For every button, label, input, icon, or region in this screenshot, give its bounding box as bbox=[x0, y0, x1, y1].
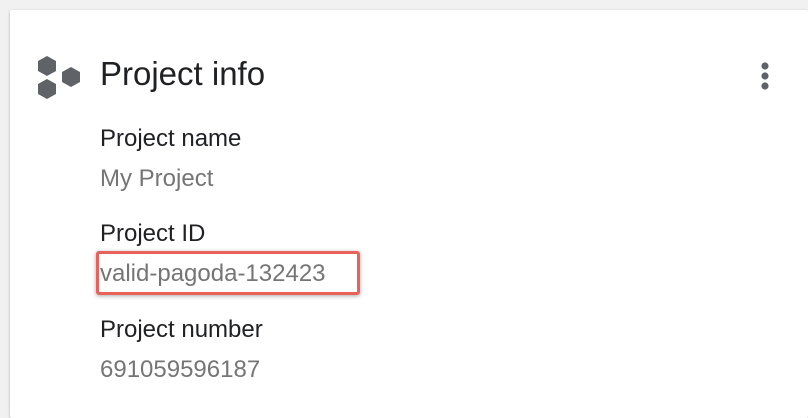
more-vert-icon bbox=[761, 62, 769, 90]
project-name-label: Project name bbox=[100, 125, 242, 152]
project-number-label: Project number bbox=[100, 316, 263, 343]
project-id-value[interactable]: valid-pagoda-132423 bbox=[100, 259, 326, 289]
project-info-card: Project info Project name My Project Pro… bbox=[10, 10, 808, 418]
project-id-label: Project ID bbox=[100, 220, 206, 247]
hexagons-icon bbox=[38, 56, 80, 99]
card-title: Project info bbox=[100, 55, 266, 92]
more-options-button[interactable] bbox=[750, 56, 780, 96]
project-number-value: 691059596187 bbox=[100, 356, 261, 383]
project-name-value: My Project bbox=[100, 165, 214, 192]
